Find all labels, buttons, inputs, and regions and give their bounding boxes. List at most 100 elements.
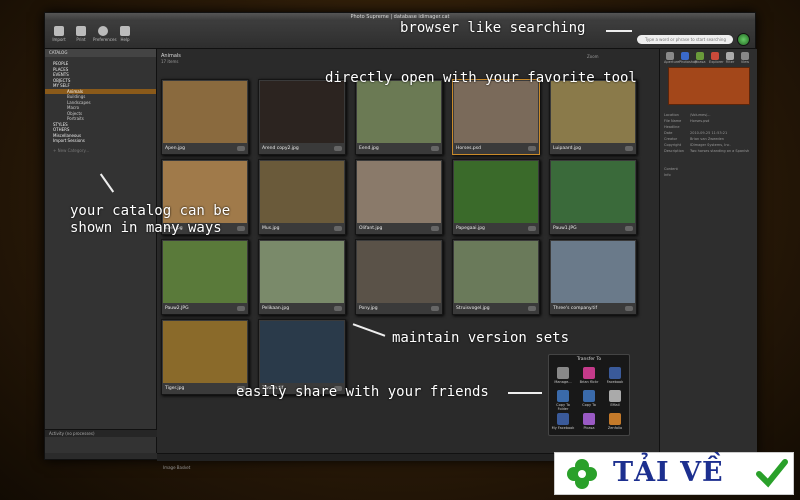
- annotation-catalog-2: shown in many ways: [70, 220, 222, 236]
- thumbnail[interactable]: Pony.jpg: [355, 239, 443, 315]
- search-input[interactable]: Type a word or phrase to start searching: [637, 35, 733, 44]
- open-with-button[interactable]: Explorer: [709, 52, 724, 64]
- info-panel: Aperture Photoshop Picasa Explorer Filter Vie…: [659, 49, 757, 453]
- watermark-text: TẢI VỀ: [613, 457, 724, 488]
- thumbnail[interactable]: Luipaard.jpg: [549, 79, 637, 155]
- thumbnail-name: Pauw1.JPG: [553, 226, 577, 231]
- metadata-row: Headline: [664, 125, 680, 129]
- open-with-button[interactable]: Aperture: [664, 52, 679, 64]
- thumbnail-image: [454, 161, 538, 223]
- transfer-target[interactable]: Facebook: [603, 367, 627, 384]
- print-button[interactable]: Print: [71, 24, 91, 46]
- version-badge[interactable]: [334, 226, 342, 231]
- thumbnail-image: [260, 81, 344, 143]
- thumbnail-image: [163, 241, 247, 303]
- transfer-target-icon: [583, 367, 595, 379]
- search-go-button[interactable]: [737, 33, 750, 46]
- transfer-target[interactable]: Picasa: [577, 413, 601, 430]
- thumbnail[interactable]: Struisvogel.jpg: [452, 239, 540, 315]
- thumbnail[interactable]: Three's company.tif: [549, 239, 637, 315]
- thumbnail-image: [454, 241, 538, 303]
- thumbnail-image: [163, 81, 247, 143]
- version-badge[interactable]: [237, 226, 245, 231]
- thumbnail[interactable]: Arend copy2.jpg: [258, 79, 346, 155]
- arrow-share: [508, 392, 542, 394]
- version-badge[interactable]: [625, 146, 633, 151]
- thumbnail-name: Three's company.tif: [553, 306, 598, 311]
- open-with-button[interactable]: Filter: [724, 52, 736, 64]
- thumbnail-name: Olifant.jpg: [359, 226, 383, 231]
- version-badge[interactable]: [334, 146, 342, 151]
- version-badge[interactable]: [528, 306, 536, 311]
- metadata-row: Content: [664, 167, 678, 171]
- thumbnail-image: [551, 81, 635, 143]
- thumbnail-image: [163, 321, 247, 383]
- thumbnail-name: Horses.psd: [456, 146, 481, 151]
- transfer-target-icon: [557, 367, 569, 379]
- thumbnail[interactable]: Mus.jpg: [258, 159, 346, 235]
- transfer-target[interactable]: Zenfolio: [603, 413, 627, 430]
- version-badge[interactable]: [431, 146, 439, 151]
- version-badge[interactable]: [334, 306, 342, 311]
- activity-bar: Activity (no processes): [45, 429, 157, 437]
- thumbnail[interactable]: Pauw1.JPG: [549, 159, 637, 235]
- transfer-target[interactable]: Copy To: [577, 390, 601, 407]
- transfer-target-icon: [557, 413, 569, 425]
- transfer-panel: Transfer To Manage... Brian flickr Faceboo…: [548, 354, 630, 436]
- import-button[interactable]: Import: [49, 24, 69, 46]
- version-badge[interactable]: [431, 306, 439, 311]
- metadata-row: Date 2010-09-25 11:53:21: [664, 131, 728, 135]
- transfer-target-icon: [557, 390, 569, 402]
- thumbnail-image: [260, 241, 344, 303]
- thumbnail[interactable]: Horses.psd: [452, 79, 540, 155]
- metadata-row: Location/Volumes/...: [664, 113, 711, 117]
- sidebar-item[interactable]: Import Sessions: [45, 138, 156, 144]
- version-badge[interactable]: [431, 226, 439, 231]
- thumbnail-name: Eend.jpg: [359, 146, 379, 151]
- transfer-target-icon: [609, 390, 621, 402]
- catalog-header[interactable]: CATALOG: [45, 49, 156, 57]
- metadata-row: Copyright IDimager Systems, Inc.: [664, 143, 731, 147]
- transfer-target[interactable]: EMail: [603, 390, 627, 407]
- preferences-button[interactable]: Preferences: [93, 24, 117, 46]
- version-badge[interactable]: [625, 306, 633, 311]
- thumbnail-name: Pony.jpg: [359, 306, 378, 311]
- thumbnail-image: [551, 241, 635, 303]
- version-badge[interactable]: [528, 226, 536, 231]
- open-with-button[interactable]: Photoshop: [679, 52, 697, 64]
- version-badge[interactable]: [237, 306, 245, 311]
- print-icon: [76, 26, 86, 36]
- help-button[interactable]: Help: [115, 24, 135, 46]
- transfer-target[interactable]: Manage...: [551, 367, 575, 384]
- thumbnail[interactable]: Apen.jpg: [161, 79, 249, 155]
- open-with-button[interactable]: View: [739, 52, 751, 64]
- transfer-target[interactable]: My Facebook: [551, 413, 575, 430]
- annotation-open: directly open with your favorite tool: [325, 70, 637, 86]
- catalog-sidebar: CATALOG PEOPLE PLACES EVENTS OBJECTS MY SELF…: [45, 49, 157, 453]
- open-with-button[interactable]: Picasa: [694, 52, 706, 64]
- transfer-target-icon: [609, 413, 621, 425]
- thumbnail[interactable]: Pelikaan.jpg: [258, 239, 346, 315]
- version-badge[interactable]: [625, 226, 633, 231]
- metadata-row: Info: [664, 173, 671, 177]
- thumbnail[interactable]: Olifant.jpg: [355, 159, 443, 235]
- image-basket-label[interactable]: Image Basket: [163, 465, 190, 470]
- thumbnail[interactable]: Eend.jpg: [355, 79, 443, 155]
- version-badge[interactable]: [237, 146, 245, 151]
- thumbnail-image: [454, 81, 538, 143]
- metadata-row: Creator Brian van Zweeden: [664, 137, 724, 141]
- thumbnail[interactable]: Pauw2.JPG: [161, 239, 249, 315]
- zoom-label: Zoom: [587, 54, 599, 59]
- annotation-share: easily share with your friends: [236, 384, 489, 400]
- thumbnail-name: Mus.jpg: [262, 226, 280, 231]
- version-badge[interactable]: [528, 146, 536, 151]
- thumbnail-image: [551, 161, 635, 223]
- arrow-search: [606, 30, 632, 32]
- thumbnail[interactable]: Papegaai.jpg: [452, 159, 540, 235]
- thumbnail-image: [260, 161, 344, 223]
- thumbnail-name: Struisvogel.jpg: [456, 306, 490, 311]
- transfer-target[interactable]: Brian flickr: [577, 367, 601, 384]
- new-category-link[interactable]: + New Category...: [45, 148, 156, 154]
- app-icon: [666, 52, 674, 60]
- transfer-target[interactable]: Copy To Folder: [551, 390, 575, 411]
